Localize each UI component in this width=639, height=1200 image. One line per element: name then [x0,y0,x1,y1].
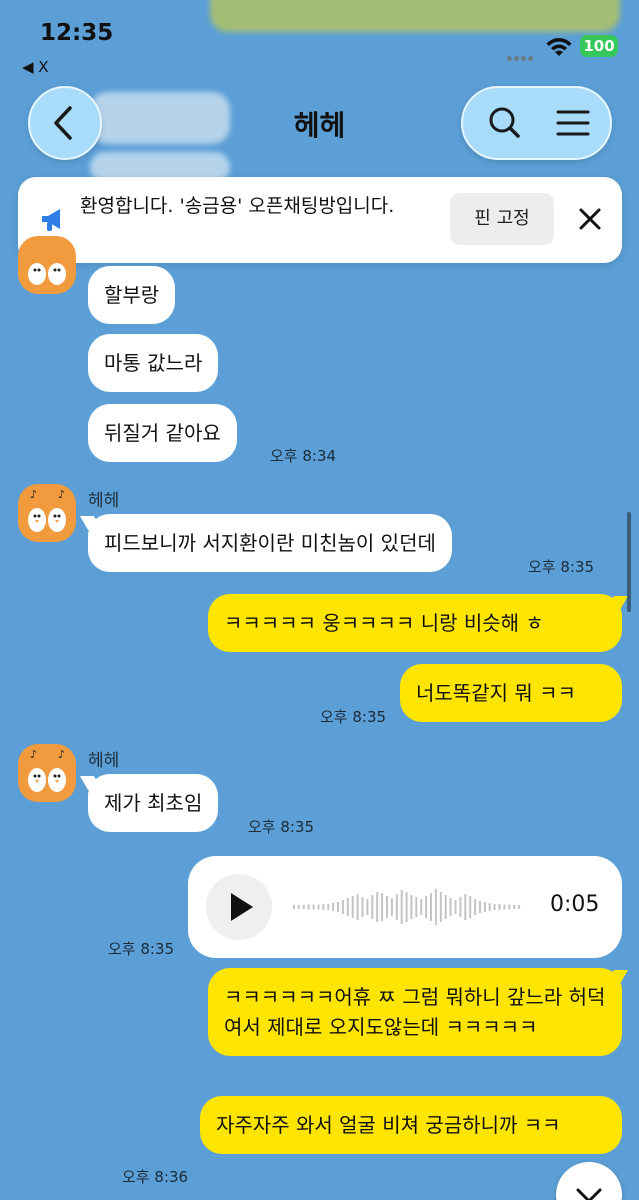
message-bubble[interactable]: ㅋㅋㅋㅋㅋ 웅ㅋㅋㅋㅋ 니랑 비슷해 ㅎ [208,594,622,652]
header-actions [461,86,612,160]
avatar[interactable] [18,236,76,294]
scrollbar[interactable] [627,512,631,612]
timestamp: 오후 8:35 [248,818,315,836]
message-bubble[interactable]: 자주자주 와서 얼굴 비쳐 궁금하니까 ㅋㅋ [200,1096,622,1154]
svg-text:♪: ♪ [30,488,37,501]
scroll-down-button[interactable] [556,1162,622,1200]
hamburger-menu-icon[interactable] [553,103,593,143]
battery-indicator: 100 [580,35,618,57]
svg-text:♪: ♪ [30,748,37,761]
svg-text:♪: ♪ [58,488,65,501]
voice-message[interactable]: 0:05 [188,856,622,958]
notice-banner[interactable]: 환영합니다. '송금용' 오픈채팅방입니다. 핀 고정 [18,177,622,263]
cellular-signal-icon [507,46,535,65]
blurred-message [210,0,620,32]
avatar-chicks-icon: ♪ ♪ [28,748,66,792]
message-bubble[interactable]: ㅋㅋㅋㅋㅋㅋ어휴 ㅉ 그럼 뭐하니 갚느라 허덕여서 제대로 오지도않는데 ㅋㅋ… [208,968,622,1056]
megaphone-icon [42,209,60,231]
message-bubble[interactable]: 할부랑 [88,266,176,324]
chevron-down-icon [576,1188,602,1200]
timestamp: 오후 8:35 [528,558,595,576]
avatar-chicks-icon: ♪ ♪ [28,488,66,532]
back-to-app[interactable]: ◀ X [22,58,49,76]
avatar-chicks-icon [28,263,66,285]
message-bubble[interactable]: 마통 값느라 [88,334,219,392]
timestamp: 오후 8:34 [270,447,337,465]
message-bubble[interactable]: 제가 최초임 [88,774,219,832]
waveform [293,889,521,925]
avatar[interactable]: ♪ ♪ [18,744,76,802]
timestamp: 오후 8:35 [320,708,387,726]
close-icon[interactable] [570,199,610,239]
play-button[interactable] [206,874,272,940]
wifi-icon [546,38,572,56]
status-time: 12:35 [40,20,114,46]
timestamp: 오후 8:35 [108,940,175,958]
message-bubble[interactable]: 피드보니까 서지환이란 미친놈이 있던데 [88,514,452,572]
avatar[interactable]: ♪ ♪ [18,484,76,542]
pin-button[interactable]: 핀 고정 [450,193,554,245]
notice-text: 환영합니다. '송금용' 오픈채팅방입니다. [80,195,395,217]
timestamp: 오후 8:36 [122,1168,189,1186]
message-bubble[interactable]: 뒤질거 같아요 [88,404,237,462]
sender-name: 헤헤 [88,751,120,771]
play-icon [231,893,253,921]
voice-duration: 0:05 [550,892,600,917]
svg-text:♪: ♪ [58,748,65,761]
search-icon[interactable] [485,103,525,143]
sender-name: 헤헤 [88,491,120,511]
message-bubble[interactable]: 너도똑같지 뭐 ㅋㅋ [400,664,622,722]
